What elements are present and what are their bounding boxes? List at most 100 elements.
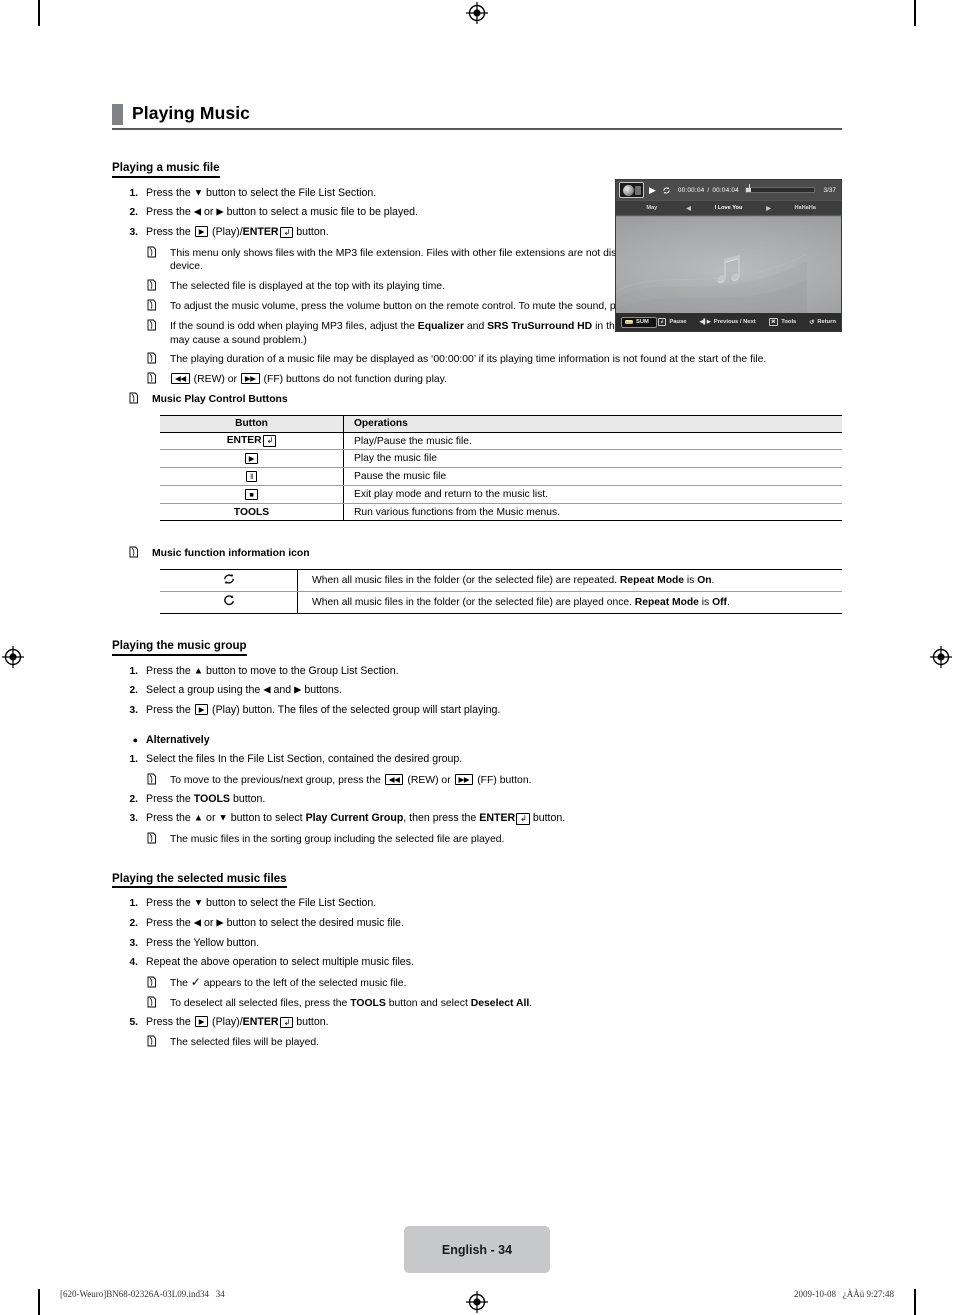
registration-mark-top (466, 2, 488, 24)
enter-key-icon: ↲ (262, 435, 277, 447)
cell-button: ▶ (160, 449, 344, 469)
step-number: 2. (129, 917, 139, 929)
progress-bar[interactable] (744, 184, 815, 193)
note-text: The playing duration of a music file may… (170, 354, 767, 366)
repeat-state-label: On (697, 575, 712, 587)
music-control-table: Button Operations ENTER ↲ Play/Pause the … (160, 414, 842, 522)
page-title: Playing Music (132, 103, 250, 124)
note-pencil-icon (128, 392, 152, 408)
step-number: 2. (129, 207, 139, 219)
cell-operation: Exit play mode and return to the music l… (343, 485, 842, 505)
note-post: (FF) button. (474, 774, 532, 786)
step-item: 4. Repeat the above operation to select … (112, 955, 842, 970)
note-item-control-buttons: Music Play Control Buttons (128, 391, 842, 407)
note-item: The playing duration of a music file may… (146, 351, 842, 367)
crop-mark-bottom-right (914, 1289, 916, 1315)
enter-label: ENTER (242, 1015, 279, 1028)
step-text: Press the Yellow button. (146, 936, 260, 949)
desc-mid: is (684, 575, 698, 587)
step-text-pre: Press the (146, 186, 194, 199)
crop-mark-bottom-left (38, 1289, 40, 1315)
section-playing-the-selected-music-files: Playing the selected music files 1. Pres… (112, 869, 842, 1050)
info-icon-heading-text: Music function information icon (152, 548, 310, 560)
tv-body: ♫ (616, 217, 841, 313)
repeat-icon (662, 186, 671, 195)
repeat-mode-label: Repeat Mode (634, 597, 699, 609)
table-row: ▶ Play the music file (160, 449, 842, 469)
pause-label: Pause (669, 319, 687, 325)
cell-description: When all music files in the folder (or t… (297, 591, 842, 615)
enter-key-icon: ↲ (657, 318, 667, 326)
note-pencil-icon (146, 996, 170, 1012)
step-number: 3. (129, 226, 139, 238)
step-number: 1. (129, 898, 139, 910)
column-header-button: Button (160, 414, 344, 433)
right-arrow-icon[interactable]: ▶ (758, 205, 780, 212)
step-text-mid: or (201, 916, 217, 929)
tv-screenshot: ▶ 00:00:04 / 00:04:04 3/37 May ◀ I Love … (615, 179, 842, 332)
pause-action[interactable]: ↲ Pause (657, 318, 687, 326)
table-header-row: Button Operations (160, 414, 842, 433)
cell-button: ■ (160, 485, 344, 505)
control-buttons-label: Music Play Control Buttons (152, 393, 842, 407)
registration-mark-right (930, 646, 952, 668)
chapter-header: Playing Music (112, 104, 842, 130)
up-arrow-icon: ▲ (193, 812, 204, 824)
section-heading: Playing the selected music files (112, 872, 287, 889)
note-text: The ✓ appears to the left of the selecte… (170, 975, 842, 991)
return-label: Return (817, 319, 836, 325)
desc-post: . (726, 597, 730, 609)
step-number: 3. (129, 813, 139, 825)
cell-button: TOOLS (160, 503, 344, 522)
step-text-mid: or (203, 812, 219, 825)
alternatively-bullet: ● Alternatively (112, 733, 842, 747)
tv-top-bar: ▶ 00:00:04 / 00:04:04 3/37 (616, 180, 841, 201)
sum-button[interactable]: SUM (621, 316, 657, 328)
play-key-icon: ▶ (244, 452, 259, 464)
down-arrow-icon: ▼ (218, 812, 228, 824)
ff-key-icon: ▶▶ (240, 373, 260, 385)
step-item: 3. Press the ▶ (Play) button. The files … (112, 703, 842, 718)
section-heading: Playing a music file (112, 161, 220, 178)
registration-mark-left (2, 646, 24, 668)
table-row: ENTER ↲ Play/Pause the music file. (160, 431, 842, 451)
left-arrow-icon[interactable]: ◀ (678, 205, 700, 212)
note-pre: To deselect all selected files, press th… (170, 997, 351, 1009)
enter-label: ENTER (479, 812, 516, 825)
down-arrow-icon: ▼ (193, 897, 204, 909)
cell-icon (160, 569, 298, 593)
cell-button: ‖ (160, 467, 344, 487)
note-item: The music files in the sorting group inc… (146, 831, 842, 847)
tools-action[interactable]: ⌘ Tools (768, 318, 796, 326)
info-icon-heading: Music function information icon (152, 547, 842, 561)
note-post: appears to the left of the selected musi… (200, 977, 407, 989)
tools-key-icon: ⌘ (768, 318, 779, 326)
return-action[interactable]: ↺ Return (809, 319, 836, 326)
step-text-mid: (Play)/ (209, 225, 243, 238)
cell-button: ENTER ↲ (160, 431, 344, 451)
page-number-badge: English - 34 (404, 1226, 550, 1273)
step-text-pre: Press the (146, 916, 194, 929)
step-item: 3. Press the Yellow button. (112, 936, 842, 951)
registration-mark-bottom (466, 1291, 488, 1313)
current-track-label: I Love You (714, 205, 743, 211)
table-row: ■ Exit play mode and return to the music… (160, 485, 842, 505)
step-text: Select the files In the File List Sectio… (146, 753, 463, 765)
note-pencil-icon (146, 832, 170, 848)
down-arrow-icon: ▼ (193, 187, 204, 198)
tools-label: TOOLS (193, 792, 231, 805)
next-track-label: HaHaHa (794, 205, 816, 211)
print-meta-left: [620-Weuro]BN68-02326A-03L09.ind34 34 (60, 1289, 225, 1299)
note-item: To move to the previous/next group, pres… (146, 772, 842, 788)
note-pencil-icon (146, 279, 170, 295)
previous-next-action[interactable]: ◀▌▶ Previous / Next (700, 319, 756, 325)
desc-pre: When all music files in the folder (or t… (312, 597, 635, 609)
note-text: The music files in the sorting group inc… (170, 833, 505, 845)
note-item: To deselect all selected files, press th… (146, 995, 842, 1011)
repeat-all-icon (222, 574, 236, 589)
step-text-pre: Press the (146, 664, 194, 677)
play-key-icon: ▶ (194, 704, 209, 716)
tools-label: TOOLS (233, 506, 270, 518)
table-row: When all music files in the folder (or t… (160, 591, 842, 615)
up-arrow-icon: ▲ (193, 665, 204, 677)
